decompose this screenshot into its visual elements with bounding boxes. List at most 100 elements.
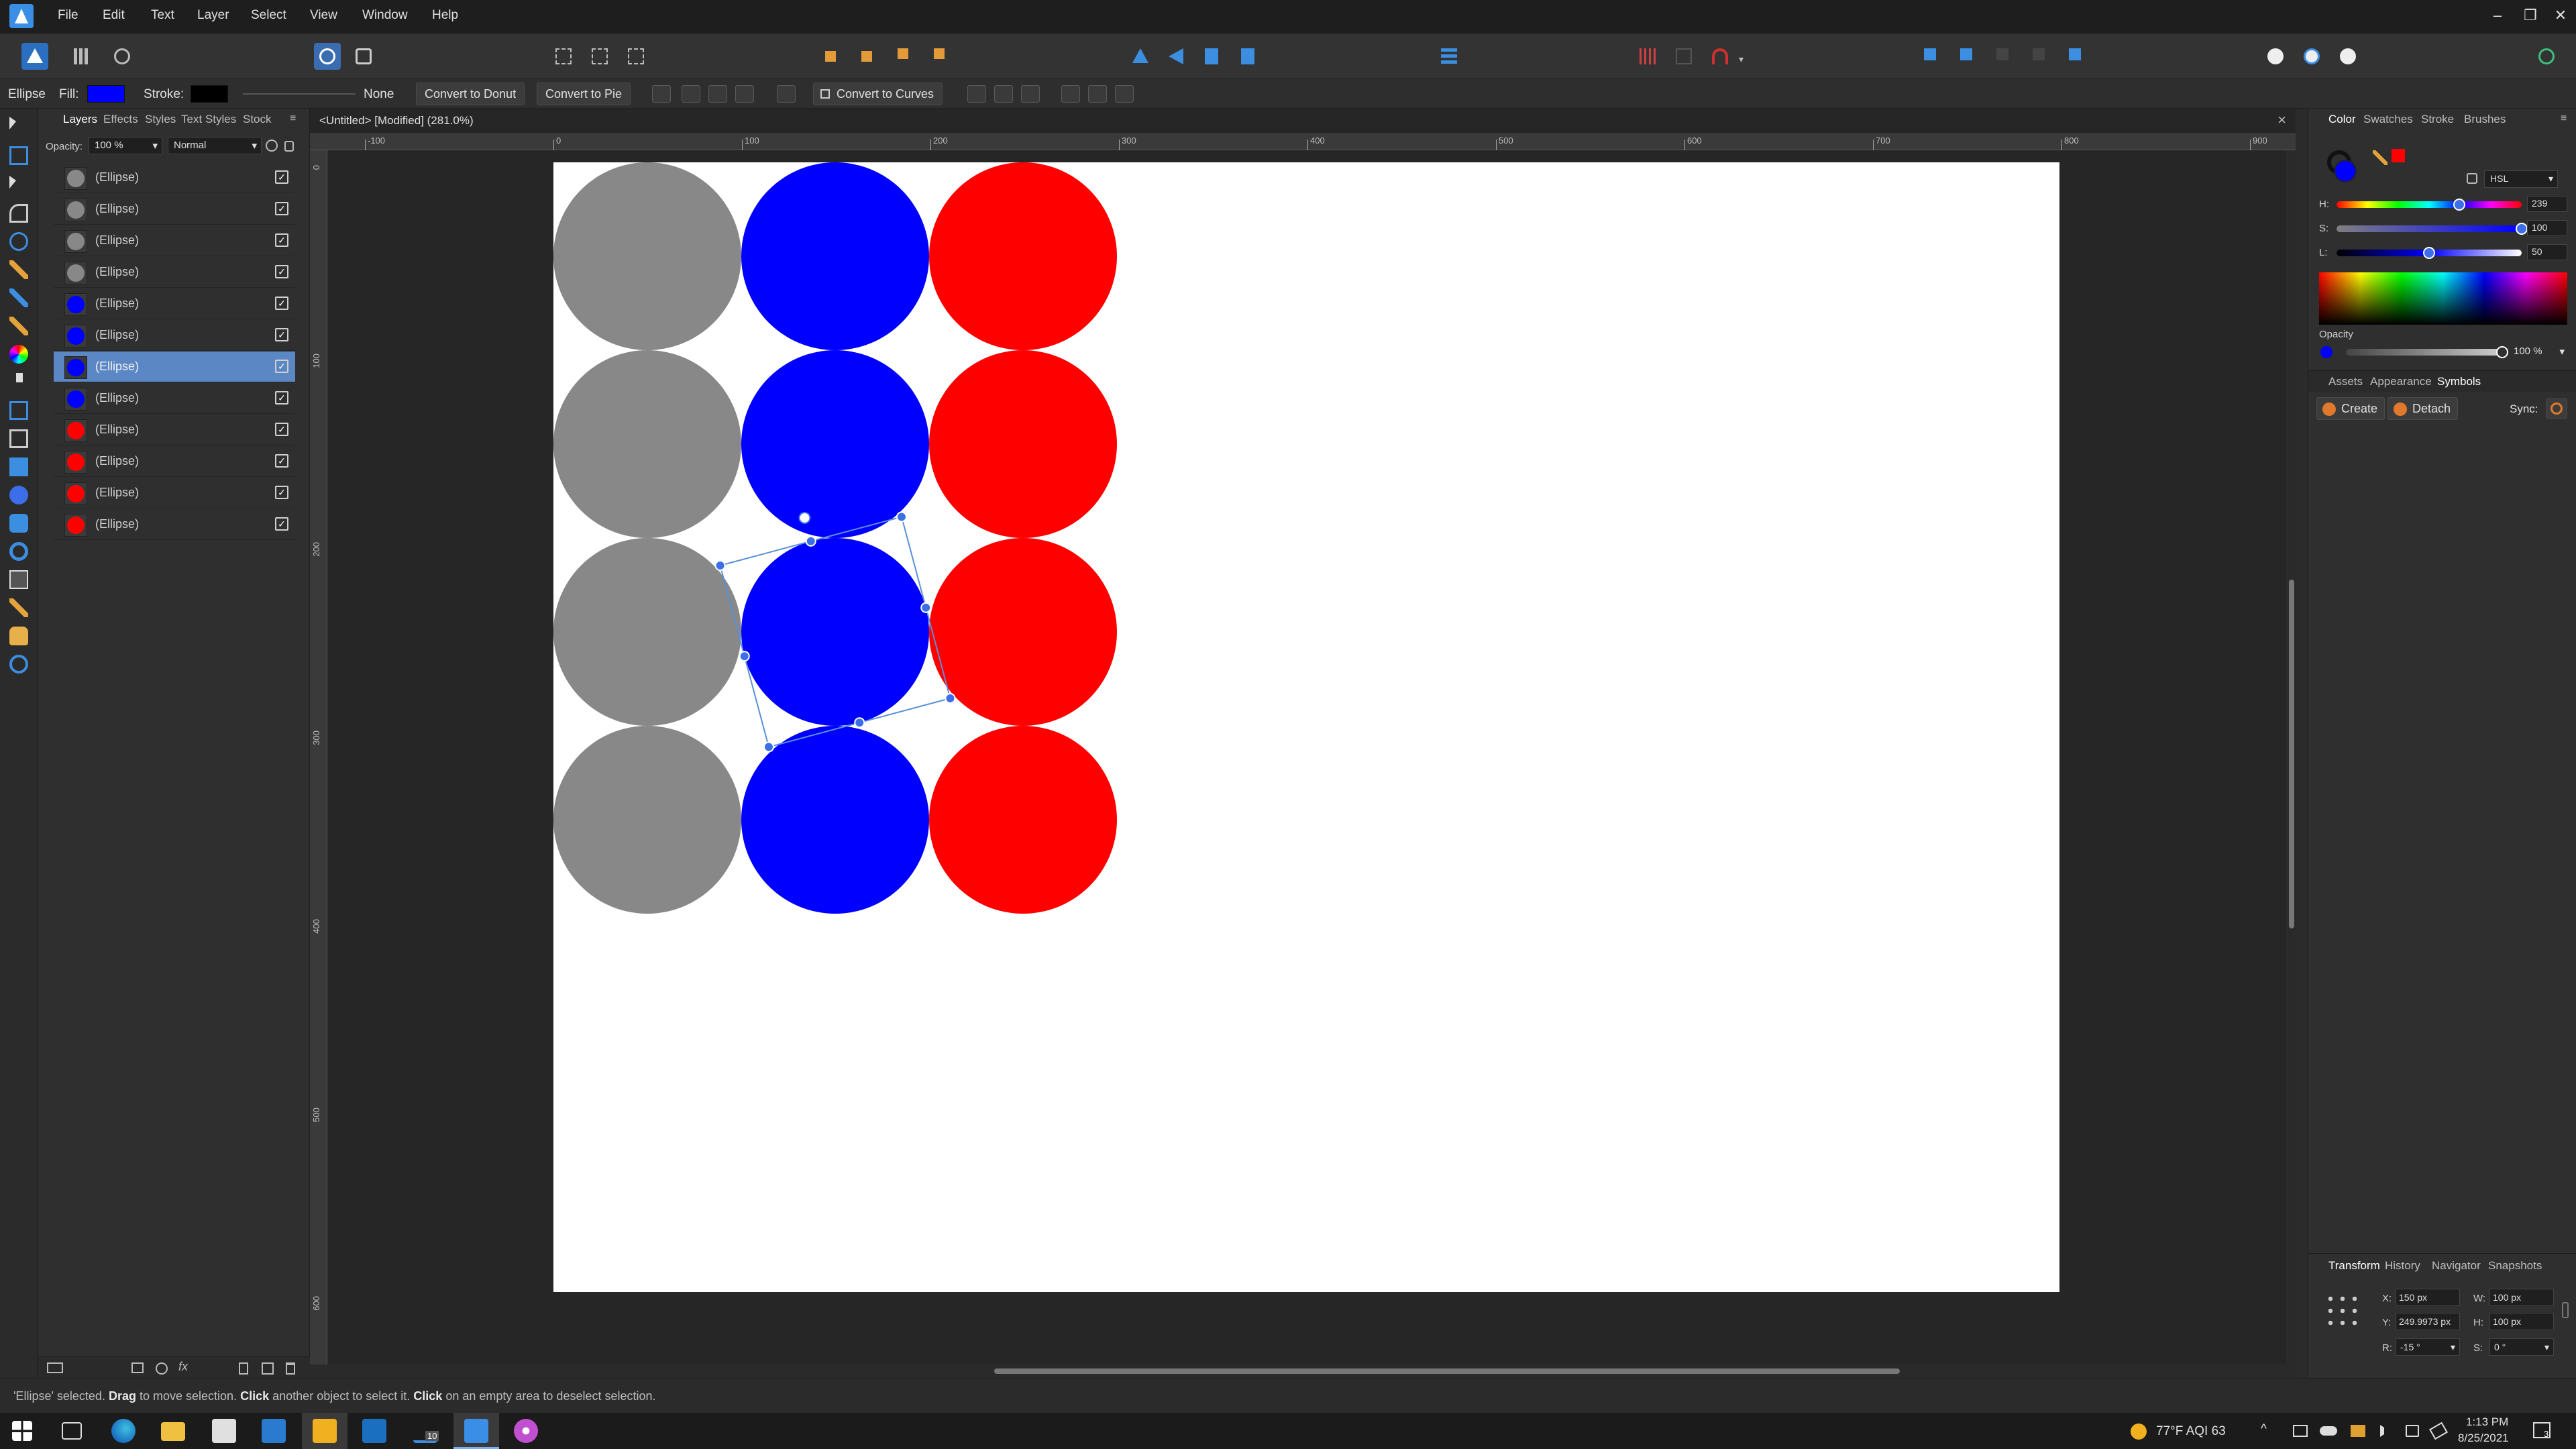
ellipse-grey-1[interactable] bbox=[553, 162, 741, 350]
layer-row[interactable]: (Ellipse) ✓ bbox=[54, 257, 295, 288]
create-symbol-button[interactable]: Create bbox=[2316, 397, 2385, 420]
restore-icon[interactable]: ❐ bbox=[2520, 5, 2540, 25]
task-view-icon[interactable] bbox=[62, 1422, 82, 1440]
tab-snapshots[interactable]: Snapshots bbox=[2488, 1259, 2542, 1273]
y-field[interactable]: 249.9973 px bbox=[2396, 1313, 2460, 1330]
affinity-designer-logo-icon[interactable] bbox=[9, 4, 34, 28]
vertical-ruler[interactable]: 0 100 200 300 400 500 600 bbox=[310, 150, 327, 1364]
w-field[interactable]: 100 px bbox=[2489, 1289, 2554, 1306]
menu-layer[interactable]: Layer bbox=[197, 8, 229, 23]
layer-visibility-checkbox[interactable]: ✓ bbox=[275, 202, 288, 215]
color-opacity-knob[interactable] bbox=[2496, 346, 2508, 358]
volume-icon[interactable] bbox=[2380, 1425, 2392, 1437]
tab-transform[interactable]: Transform bbox=[2328, 1259, 2380, 1273]
move-front-icon[interactable] bbox=[928, 43, 955, 70]
snapping-grid-icon[interactable] bbox=[623, 43, 649, 70]
transparency-tool-icon[interactable] bbox=[16, 373, 23, 392]
layer-row[interactable]: (Ellipse) ✓ bbox=[54, 352, 295, 382]
layer-row[interactable]: (Ellipse) ✓ bbox=[54, 383, 295, 414]
stroke-width-slider[interactable] bbox=[243, 93, 356, 95]
align-left-icon[interactable] bbox=[967, 85, 986, 103]
eyedropper-icon[interactable] bbox=[2373, 150, 2387, 165]
hue-slider[interactable] bbox=[2337, 201, 2522, 208]
isolation-icon[interactable] bbox=[550, 43, 577, 70]
layer-row[interactable]: (Ellipse) ✓ bbox=[54, 225, 295, 256]
menu-edit[interactable]: Edit bbox=[103, 8, 125, 23]
link-icon[interactable] bbox=[2428, 1421, 2449, 1440]
group-icon[interactable] bbox=[262, 1362, 274, 1375]
fill-color-well[interactable] bbox=[2334, 160, 2357, 182]
affinity-designer-taskbar-icon[interactable] bbox=[464, 1419, 488, 1443]
hue-slider-knob[interactable] bbox=[2453, 199, 2466, 211]
tab-history[interactable]: History bbox=[2385, 1259, 2420, 1273]
clock-date[interactable]: 8/25/2021 bbox=[2458, 1432, 2509, 1445]
horizontal-ruler[interactable]: -100 0 100 200 300 400 500 600 700 800 900 bbox=[310, 133, 2296, 150]
rectangle-tool-icon[interactable] bbox=[9, 458, 28, 476]
color-picker-icon[interactable] bbox=[9, 598, 28, 617]
color-opacity-field[interactable]: 100 % ▾ bbox=[2510, 343, 2567, 361]
sync-toggle[interactable] bbox=[2546, 398, 2567, 419]
xor-boolean-icon[interactable] bbox=[2027, 43, 2054, 70]
corner-tool-icon[interactable] bbox=[9, 204, 28, 223]
layer-row[interactable]: (Ellipse) ✓ bbox=[54, 415, 295, 445]
layer-visibility-checkbox[interactable]: ✓ bbox=[275, 517, 288, 531]
document-tab-title[interactable]: <Untitled> [Modified] (281.0%) bbox=[319, 114, 474, 127]
minimize-icon[interactable]: – bbox=[2487, 5, 2508, 25]
snap-ruler-icon[interactable] bbox=[586, 43, 613, 70]
menu-view[interactable]: View bbox=[310, 8, 337, 23]
layer-row[interactable]: (Ellipse) ✓ bbox=[54, 194, 295, 225]
opacity-dropdown[interactable]: 100 % ▾ bbox=[89, 137, 162, 154]
tray-display-icon[interactable] bbox=[2293, 1425, 2308, 1437]
horizontal-scroll-thumb[interactable] bbox=[994, 1368, 1900, 1374]
artboard[interactable] bbox=[553, 162, 2059, 1292]
artistic-text-icon[interactable] bbox=[9, 570, 28, 589]
itunes-icon[interactable] bbox=[514, 1419, 538, 1443]
canvas-workspace[interactable] bbox=[327, 150, 2286, 1364]
layer-row[interactable]: (Ellipse) ✓ bbox=[54, 320, 295, 351]
close-window-icon[interactable]: ✕ bbox=[2551, 5, 2571, 25]
tab-layers[interactable]: Layers bbox=[63, 113, 97, 126]
tab-swatches[interactable]: Swatches bbox=[2363, 113, 2413, 126]
detach-symbol-button[interactable]: Detach bbox=[2387, 397, 2459, 420]
aspect-lock-icon[interactable] bbox=[2562, 1302, 2569, 1318]
menu-select[interactable]: Select bbox=[251, 8, 286, 23]
insert-behind-icon[interactable] bbox=[2298, 43, 2325, 70]
layer-row[interactable]: (Ellipse) ✓ bbox=[54, 162, 295, 193]
artboard-tool-icon[interactable] bbox=[9, 146, 28, 165]
subtract-boolean-icon[interactable] bbox=[1955, 43, 1982, 70]
vector-brush-icon[interactable] bbox=[9, 317, 28, 335]
tab-appearance[interactable]: Appearance bbox=[2370, 375, 2432, 388]
rounded-rectangle-icon[interactable] bbox=[9, 514, 28, 533]
saturation-slider-knob[interactable] bbox=[2516, 223, 2528, 235]
convert-to-pie-button[interactable]: Convert to Pie bbox=[537, 83, 631, 105]
horizontal-scrollbar[interactable] bbox=[310, 1364, 2296, 1378]
color-model-dropdown[interactable]: HSL ▾ bbox=[2484, 170, 2558, 188]
clock-time[interactable]: 1:13 PM bbox=[2466, 1415, 2508, 1429]
shear-field[interactable]: 0 ° ▾ bbox=[2489, 1338, 2554, 1356]
tab-assets[interactable]: Assets bbox=[2328, 375, 2363, 388]
fill-swatch[interactable] bbox=[87, 85, 125, 103]
tab-styles[interactable]: Styles bbox=[145, 113, 176, 126]
assistant-icon[interactable] bbox=[350, 43, 377, 70]
saturation-value-field[interactable]: 100 bbox=[2527, 220, 2567, 236]
saturation-slider[interactable] bbox=[2337, 225, 2522, 232]
layer-row[interactable]: (Ellipse) ✓ bbox=[54, 288, 295, 319]
tab-stroke[interactable]: Stroke bbox=[2421, 113, 2454, 126]
delete-layer-icon[interactable] bbox=[286, 1362, 295, 1375]
h-field[interactable]: 100 px bbox=[2489, 1313, 2554, 1330]
ellipse-tool-icon[interactable] bbox=[9, 486, 28, 504]
store-icon[interactable] bbox=[212, 1419, 236, 1443]
transform-objects-icon[interactable] bbox=[735, 85, 754, 103]
select-object-icon[interactable] bbox=[777, 85, 796, 103]
transform-origin-icon[interactable] bbox=[652, 85, 671, 103]
move-back-icon[interactable] bbox=[820, 43, 847, 70]
place-image-icon[interactable] bbox=[9, 401, 28, 420]
export-persona-icon[interactable] bbox=[109, 43, 136, 70]
corner-lock-icon[interactable] bbox=[682, 85, 700, 103]
layer-visibility-checkbox[interactable]: ✓ bbox=[275, 297, 288, 310]
tab-symbols[interactable]: Symbols bbox=[2437, 375, 2481, 388]
layer-visibility-checkbox[interactable]: ✓ bbox=[275, 328, 288, 341]
crop-tool-icon[interactable] bbox=[9, 429, 28, 448]
vertical-scroll-thumb[interactable] bbox=[2289, 580, 2294, 928]
start-icon[interactable] bbox=[12, 1421, 32, 1441]
